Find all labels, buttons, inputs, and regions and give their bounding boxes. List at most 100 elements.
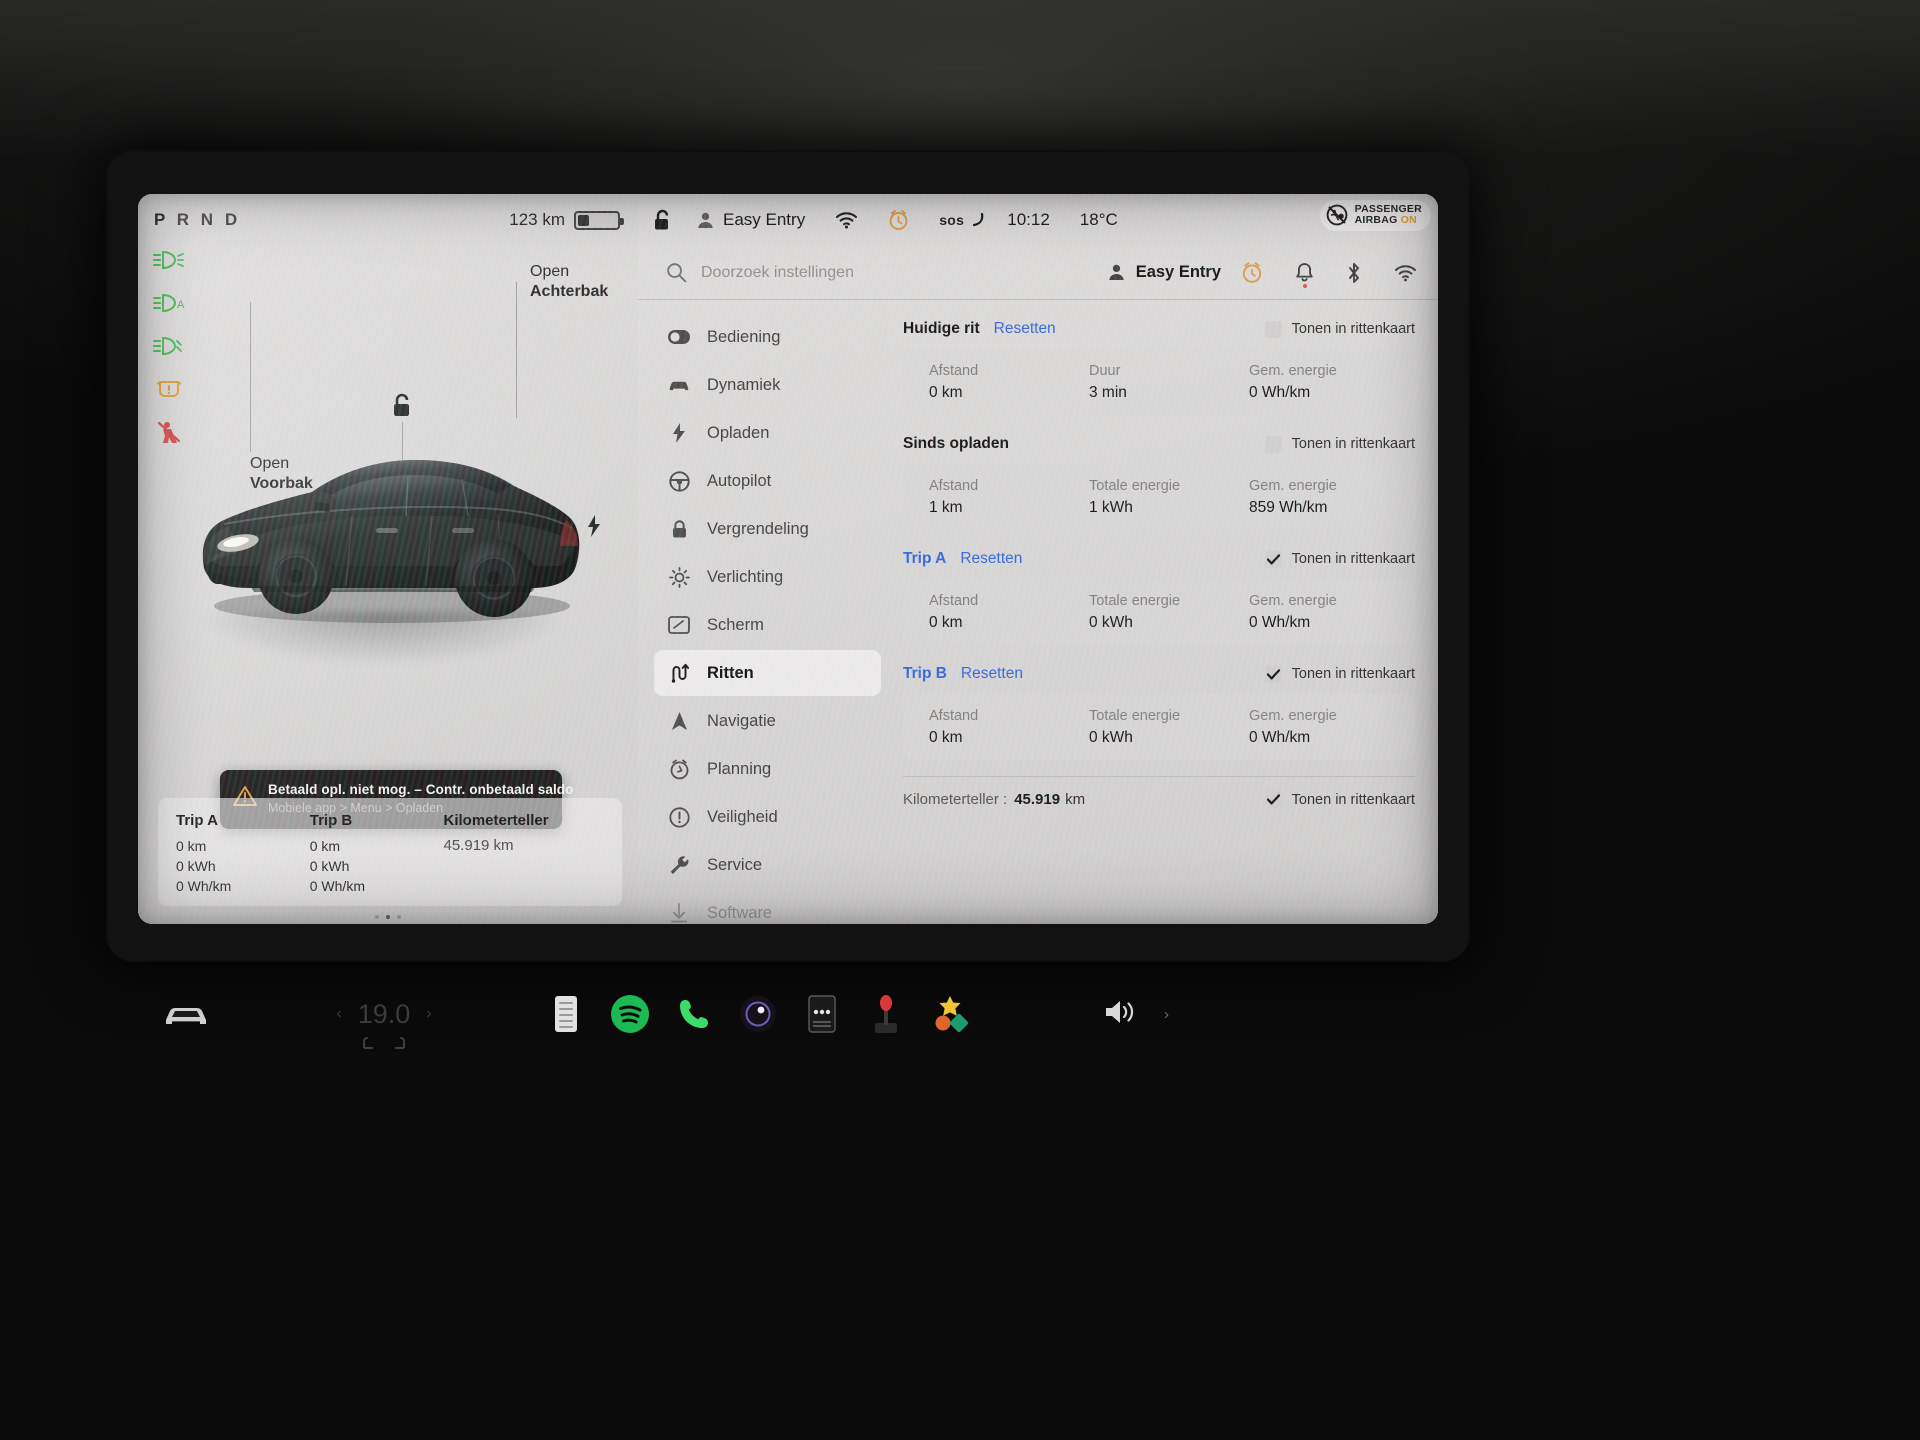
- stat-value: 859 Wh/km: [1249, 498, 1328, 516]
- section-title[interactable]: Trip A: [903, 550, 946, 568]
- trip-summary-column-a: Trip A 0 km 0 kWh 0 Wh/km: [176, 812, 310, 894]
- speaker-icon[interactable]: [1102, 998, 1136, 1031]
- dock-car-controls-button[interactable]: [138, 1001, 234, 1027]
- stat-value: 1 kWh: [1089, 498, 1133, 516]
- search-input[interactable]: Doorzoek instellingen: [701, 264, 1093, 282]
- sidebar-item-label: Software: [707, 903, 773, 922]
- sos-indicator[interactable]: sos: [939, 212, 985, 228]
- car-3d-render[interactable]: [180, 400, 600, 640]
- clock-icon: [668, 758, 690, 780]
- stat-value: 0 kWh: [1089, 613, 1133, 631]
- route-icon: [668, 663, 690, 683]
- lock-status-icon[interactable]: [652, 208, 674, 232]
- scheduled-departure-icon[interactable]: [1241, 261, 1263, 284]
- show-in-trip-card-toggle[interactable]: Tonen in rittenkaart: [1264, 550, 1415, 568]
- dock-more-apps-button[interactable]: [790, 994, 854, 1034]
- temp-down-arrow[interactable]: ‹: [336, 1005, 341, 1023]
- checkbox-odometer[interactable]: [1264, 791, 1282, 808]
- odometer-row: Kilometerteller : 45.919 km Tonen in rit…: [903, 776, 1415, 812]
- page-dot-2[interactable]: [386, 915, 390, 919]
- sidebar-item-bediening[interactable]: Bediening: [654, 314, 881, 360]
- page-indicator-dots[interactable]: [138, 915, 638, 919]
- section-title: Huidige rit: [903, 320, 980, 337]
- sidebar-item-software[interactable]: Software: [654, 890, 881, 924]
- trip-summary-strip[interactable]: Trip A 0 km 0 kWh 0 Wh/km Trip B 0 km 0 …: [158, 798, 622, 906]
- settings-profile-name: Easy Entry: [1135, 263, 1221, 281]
- rear-trunk-leader-line: [516, 282, 517, 418]
- stat-label: Totale energie: [1089, 477, 1181, 494]
- sidebar-item-autopilot[interactable]: Autopilot: [654, 458, 881, 504]
- reset-label: Resetten: [993, 320, 1056, 337]
- alert-circle-icon: [668, 806, 690, 828]
- reset-trip-a-button[interactable]: Resetten: [960, 550, 1022, 568]
- checkbox-trip-a[interactable]: [1264, 550, 1282, 568]
- trip-a-avg-energy: 0 Wh/km: [176, 877, 232, 894]
- dock-phone-button[interactable]: [662, 996, 726, 1032]
- stat-col: Totale energie 0 kWh: [1089, 593, 1249, 632]
- rear-trunk-label[interactable]: Open Achterbak: [530, 262, 608, 301]
- stat-card-huidige-rit: Afstand 0 km Duur 3 min Gem. energie 0 W…: [903, 349, 1415, 415]
- temp-up-arrow[interactable]: ›: [426, 1005, 431, 1023]
- dock-theater-button[interactable]: [918, 994, 982, 1034]
- stat-label: Gem. energie: [1249, 592, 1337, 609]
- show-in-trip-card-toggle[interactable]: Tonen in rittenkaart: [1264, 791, 1415, 808]
- sidebar-item-label: Planning: [707, 759, 772, 778]
- gear-r: R: [176, 210, 193, 229]
- show-in-trip-card-toggle[interactable]: Tonen in rittenkaart: [1264, 665, 1415, 683]
- settings-profile-chip[interactable]: Easy Entry: [1107, 263, 1221, 282]
- dock-arcade-button[interactable]: [854, 993, 918, 1035]
- bluetooth-icon[interactable]: [1346, 262, 1362, 284]
- sidebar-item-planning[interactable]: Planning: [654, 746, 881, 792]
- sidebar-item-label: Autopilot: [707, 471, 772, 490]
- sidebar-item-navigatie[interactable]: Navigatie: [654, 698, 881, 744]
- toggle-icon: [668, 330, 690, 344]
- section-title[interactable]: Trip B: [903, 665, 947, 683]
- wifi-icon[interactable]: [1394, 264, 1417, 282]
- show-in-trip-card-toggle[interactable]: Tonen in rittenkaart: [1264, 320, 1415, 338]
- reset-trip-b-button[interactable]: Resetten: [961, 665, 1023, 683]
- stat-col: Afstand 0 km: [929, 363, 1089, 402]
- seat-heater-left-icon: [363, 1036, 373, 1049]
- dock-climate-control[interactable]: ‹ 19.0 ›: [234, 999, 534, 1049]
- settings-search-row: Doorzoek instellingen Easy Entry: [638, 246, 1438, 300]
- sidebar-item-dynamiek[interactable]: Dynamiek: [654, 362, 881, 408]
- dock-dashcam-button[interactable]: [726, 995, 790, 1033]
- checkbox-sinds-opladen[interactable]: [1264, 435, 1282, 453]
- sidebar-item-veiligheid[interactable]: Veiligheid: [654, 794, 881, 840]
- dock-volume-control[interactable]: ›: [1102, 998, 1169, 1031]
- sidebar-item-ritten[interactable]: Ritten: [654, 650, 881, 696]
- scheduled-departure-icon[interactable]: [888, 209, 909, 231]
- trip-summary-column-b: Trip B 0 km 0 kWh 0 Wh/km: [310, 812, 444, 894]
- checkbox-huidige-rit[interactable]: [1264, 320, 1282, 338]
- seat-heater-row[interactable]: [361, 1036, 407, 1050]
- checkbox-trip-b[interactable]: [1264, 665, 1282, 683]
- clock-time[interactable]: 10:12: [1007, 210, 1050, 230]
- stat-label: Afstand: [929, 362, 979, 379]
- infotainment-screen: P R N D 123 km A Open Voorbak Open Achte…: [138, 194, 1438, 924]
- show-in-trip-card-toggle[interactable]: Tonen in rittenkaart: [1264, 435, 1415, 453]
- notifications-bell-icon[interactable]: [1295, 262, 1314, 288]
- driver-profile-indicator[interactable]: Easy Entry: [696, 210, 805, 230]
- sidebar-item-verlichting[interactable]: Verlichting: [654, 554, 881, 600]
- section-header-huidige-rit: Huidige rit Resetten Tonen in rittenkaar…: [903, 316, 1415, 342]
- sidebar-item-scherm[interactable]: Scherm: [654, 602, 881, 648]
- sidebar-item-service[interactable]: Service: [654, 842, 881, 888]
- dock-spotify-button[interactable]: [598, 994, 662, 1034]
- stat-card-trip-a: Afstand 0 km Totale energie 0 kWh Gem. e…: [903, 579, 1415, 645]
- stat-value: 0 km: [929, 383, 963, 401]
- reset-huidige-rit-button[interactable]: Resetten: [994, 320, 1056, 338]
- gear-indicator: P R N D: [154, 210, 241, 230]
- search-icon[interactable]: [666, 262, 687, 283]
- sidebar-item-opladen[interactable]: Opladen: [654, 410, 881, 456]
- chevron-right-icon[interactable]: ›: [1164, 1006, 1169, 1023]
- airbag-line2: AIRBAG: [1354, 214, 1398, 227]
- sidebar-item-label: Bediening: [707, 327, 781, 346]
- page-dot-1[interactable]: [375, 915, 379, 919]
- dock-media-button[interactable]: [534, 994, 598, 1034]
- sidebar-item-vergrendeling[interactable]: Vergrendeling: [654, 506, 881, 552]
- wifi-icon[interactable]: [835, 211, 858, 229]
- climate-temperature[interactable]: 19.0: [358, 999, 411, 1030]
- page-dot-3[interactable]: [397, 915, 401, 919]
- rear-trunk-label-line1: Open: [530, 263, 570, 280]
- outside-temperature[interactable]: 18°C: [1080, 210, 1118, 230]
